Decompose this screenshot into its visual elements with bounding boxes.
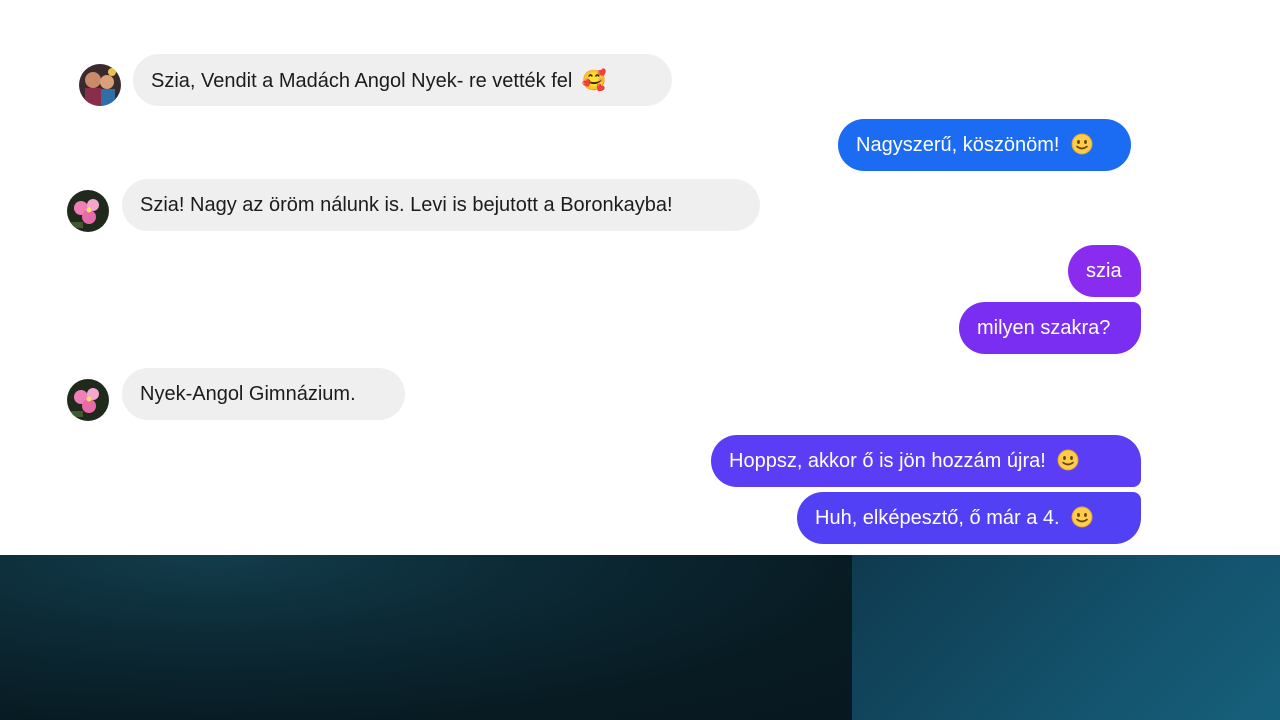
slightly-smiling-face-icon: [1071, 506, 1093, 528]
incoming-message[interactable]: Szia, Vendit a Madách Angol Nyek- re vet…: [133, 54, 672, 106]
incoming-message[interactable]: Nyek-Angol Gimnázium.: [122, 368, 405, 420]
message-text: Nagyszerű, köszönöm!: [856, 134, 1060, 156]
message-text: szia: [1086, 260, 1122, 282]
slightly-smiling-face-icon: [1057, 449, 1079, 471]
message-text: Nyek-Angol Gimnázium.: [140, 383, 356, 405]
slightly-smiling-face-icon: [1071, 133, 1093, 155]
background-band: [0, 555, 1280, 720]
chat-conversation: Szia, Vendit a Madách Angol Nyek- re vet…: [0, 0, 1280, 555]
contact-avatar[interactable]: [67, 379, 109, 421]
incoming-message[interactable]: Szia! Nagy az öröm nálunk is. Levi is be…: [122, 179, 760, 231]
contact-avatar[interactable]: [67, 190, 109, 232]
outgoing-message[interactable]: szia: [1068, 245, 1141, 297]
message-text: Huh, elképesztő, ő már a 4.: [815, 507, 1060, 529]
outgoing-message[interactable]: Huh, elképesztő, ő már a 4.: [797, 492, 1141, 544]
message-text: Szia! Nagy az öröm nálunk is. Levi is be…: [140, 194, 673, 216]
teal-background-panel: [852, 555, 1280, 720]
message-text: Hoppsz, akkor ő is jön hozzám újra!: [729, 450, 1046, 472]
outgoing-message[interactable]: Nagyszerű, köszönöm!: [838, 119, 1131, 171]
message-text: milyen szakra?: [977, 317, 1111, 339]
smiling-face-with-hearts-icon: 🥰: [581, 68, 607, 92]
outgoing-message[interactable]: milyen szakra?: [959, 302, 1141, 354]
message-text: Szia, Vendit a Madách Angol Nyek- re vet…: [151, 70, 573, 92]
dark-background-panel: [0, 555, 852, 720]
contact-avatar[interactable]: [79, 64, 121, 106]
outgoing-message[interactable]: Hoppsz, akkor ő is jön hozzám újra!: [711, 435, 1141, 487]
